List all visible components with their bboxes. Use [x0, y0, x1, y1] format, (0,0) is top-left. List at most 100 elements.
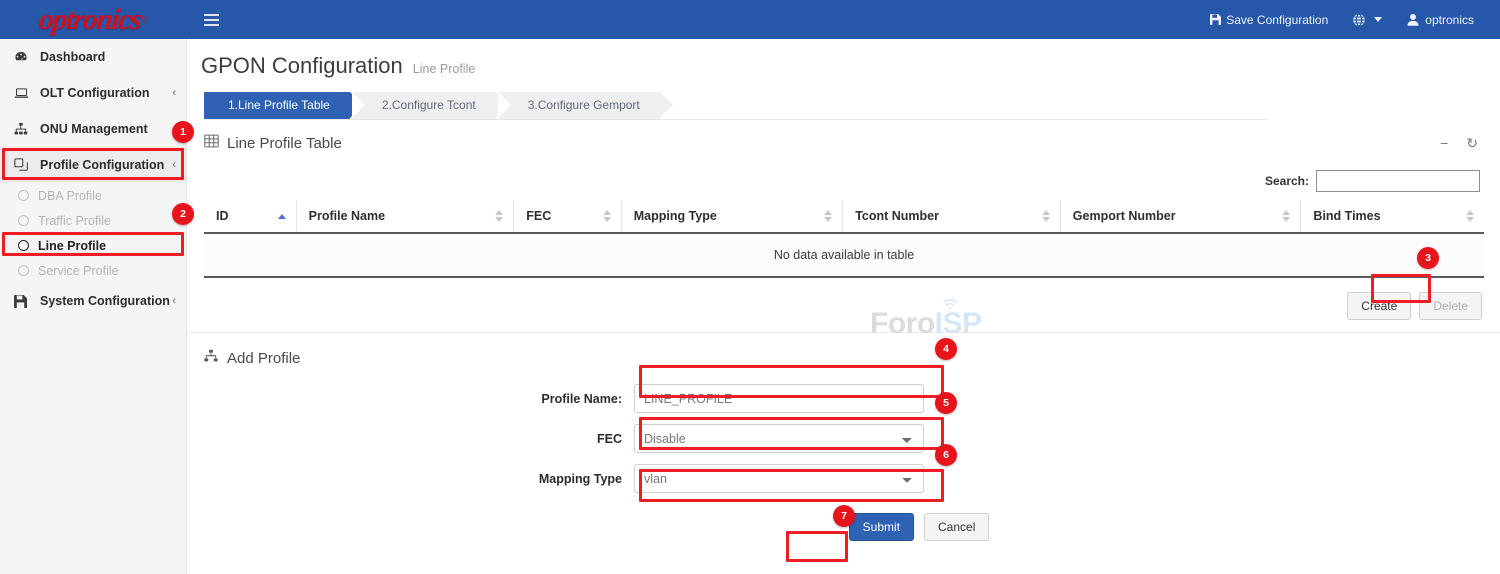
column-header-tcont-number[interactable]: Tcont Number: [843, 200, 1061, 233]
table-action-bar: Create Delete: [204, 278, 1484, 332]
sidebar-item-traffic-profile[interactable]: Traffic Profile: [0, 208, 186, 233]
page-header: GPON Configuration Line Profile: [187, 39, 1500, 79]
circle-icon: [18, 190, 29, 201]
sidebar-item-olt-configuration[interactable]: OLT Configuration ‹: [0, 75, 186, 111]
sidebar-item-line-profile[interactable]: Line Profile: [0, 233, 186, 258]
globe-icon: [1352, 13, 1366, 27]
profile-name-input[interactable]: [634, 384, 924, 413]
sidebar-item-dba-profile[interactable]: DBA Profile: [0, 183, 186, 208]
step-configure-gemport[interactable]: 3.Configure Gemport: [498, 92, 660, 119]
sort-icon: [1466, 210, 1474, 222]
sidebar-item-system-configuration[interactable]: System Configuration ‹: [0, 283, 186, 319]
form-heading-group: Add Profile: [204, 333, 1484, 373]
sort-icon: [824, 210, 832, 222]
submit-button[interactable]: Submit: [849, 513, 914, 541]
sidebar-item-label: Service Profile: [38, 264, 119, 278]
circle-icon: [18, 240, 29, 251]
column-label: Mapping Type: [634, 209, 717, 223]
create-button[interactable]: Create: [1347, 292, 1411, 320]
step-line-profile-table[interactable]: 1.Line Profile Table: [204, 92, 350, 119]
sidebar-item-label: System Configuration: [40, 294, 172, 308]
sidebar-item-onu-management[interactable]: ONU Management ‹: [0, 111, 186, 147]
circle-icon: [18, 215, 29, 226]
sitemap-icon: [14, 122, 32, 136]
annotation-badge-7: 7: [833, 505, 855, 527]
card-title-group: Line Profile Table: [204, 134, 342, 152]
column-header-mapping-type[interactable]: Mapping Type: [621, 200, 842, 233]
search-label: Search:: [1265, 174, 1309, 188]
column-header-profile-name[interactable]: Profile Name: [296, 200, 514, 233]
column-label: Bind Times: [1313, 209, 1380, 223]
sidebar-item-service-profile[interactable]: Service Profile: [0, 258, 186, 283]
hamburger-icon[interactable]: [200, 9, 222, 31]
save-configuration-button[interactable]: Save Configuration: [1198, 0, 1340, 39]
annotation-badge-3: 3: [1417, 247, 1439, 269]
sort-icon: [1042, 210, 1050, 222]
page-subtitle: Line Profile: [413, 62, 476, 76]
clone-icon: [14, 158, 32, 172]
top-navbar: optronics® Save Configuration: [0, 0, 1500, 39]
chevron-left-icon: ‹: [172, 159, 176, 171]
chevron-down-icon: [1374, 17, 1382, 22]
card-title-label: Line Profile Table: [227, 135, 342, 152]
sort-ascending-icon: [278, 214, 286, 219]
column-label: Gemport Number: [1073, 209, 1176, 223]
mapping-type-select[interactable]: vlan: [634, 464, 924, 493]
form-row-fec: FEC Disable: [204, 424, 1484, 453]
language-selector[interactable]: [1340, 0, 1394, 39]
user-menu[interactable]: optronics: [1394, 0, 1486, 39]
brand-logo[interactable]: optronics®: [0, 0, 187, 39]
sitemap-icon: [204, 349, 218, 367]
sidebar-item-label: Line Profile: [38, 239, 106, 253]
page-title: GPON Configuration: [201, 53, 403, 79]
sort-icon: [603, 210, 611, 222]
column-header-fec[interactable]: FEC: [514, 200, 622, 233]
column-header-gemport-number[interactable]: Gemport Number: [1060, 200, 1301, 233]
annotation-badge-2: 2: [172, 203, 194, 225]
sidebar-item-label: Profile Configuration: [40, 158, 172, 172]
annotation-badge-1: 1: [172, 121, 194, 143]
column-header-bind-times[interactable]: Bind Times: [1301, 200, 1484, 233]
column-label: Tcont Number: [855, 209, 939, 223]
search-input[interactable]: [1316, 170, 1480, 192]
annotation-badge-5: 5: [935, 392, 957, 414]
fec-select[interactable]: Disable: [634, 424, 924, 453]
registered-trademark-icon: ®: [141, 15, 148, 25]
profile-name-label: Profile Name:: [204, 392, 634, 406]
navbar-right-group: Save Configuration optronics: [1198, 0, 1500, 39]
main-content: GPON Configuration Line Profile 1.Line P…: [187, 39, 1500, 574]
search-row: Search:: [204, 162, 1484, 200]
chevron-left-icon: ‹: [172, 87, 176, 99]
table-empty-message: No data available in table: [204, 233, 1484, 277]
sidebar: Dashboard OLT Configuration ‹ ONU Manage…: [0, 39, 187, 574]
dashboard-icon: [14, 50, 32, 64]
sidebar-item-label: DBA Profile: [38, 189, 102, 203]
card-tools: − ↻: [1440, 136, 1484, 150]
form-row-mapping-type: Mapping Type vlan: [204, 464, 1484, 493]
minus-icon[interactable]: −: [1440, 136, 1448, 150]
column-label: FEC: [526, 209, 551, 223]
table-header-row: ID Profile Name FEC: [204, 200, 1484, 233]
refresh-icon[interactable]: ↻: [1466, 136, 1478, 150]
save-disk-icon: [14, 295, 32, 308]
brand-logo-text: optronics: [37, 5, 142, 35]
sidebar-item-dashboard[interactable]: Dashboard: [0, 39, 186, 75]
step-configure-tcont[interactable]: 2.Configure Tcont: [352, 92, 496, 119]
mapping-type-label: Mapping Type: [204, 472, 634, 486]
form-row-profile-name: Profile Name:: [204, 384, 1484, 413]
username-label: optronics: [1425, 13, 1474, 27]
laptop-icon: [14, 86, 32, 100]
sidebar-item-label: OLT Configuration: [40, 86, 172, 100]
line-profile-card: Line Profile Table − ↻ Search: ID: [204, 120, 1484, 332]
sidebar-item-profile-configuration[interactable]: Profile Configuration ‹: [0, 147, 186, 183]
circle-icon: [18, 265, 29, 276]
table-icon: [204, 134, 219, 152]
form-heading-label: Add Profile: [227, 350, 300, 367]
delete-button: Delete: [1419, 292, 1482, 320]
column-header-id[interactable]: ID: [204, 200, 296, 233]
sort-icon: [495, 210, 503, 222]
save-configuration-label: Save Configuration: [1226, 13, 1328, 27]
cancel-button[interactable]: Cancel: [924, 513, 989, 541]
user-icon: [1406, 13, 1420, 27]
table-empty-row: No data available in table: [204, 233, 1484, 277]
